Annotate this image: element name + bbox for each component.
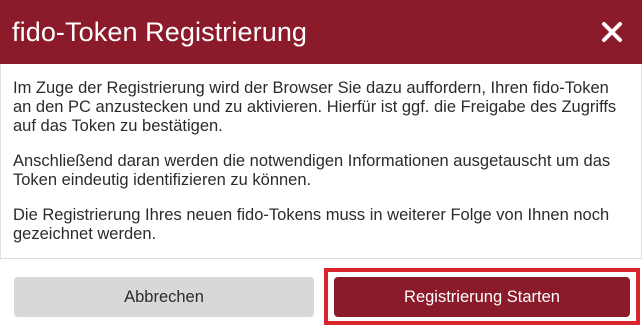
dialog-body: Im Zuge der Registrierung wird der Brows…: [0, 64, 642, 260]
info-paragraph-1: Im Zuge der Registrierung wird der Brows…: [13, 79, 617, 135]
cancel-button[interactable]: Abbrechen: [14, 277, 314, 317]
dialog-footer: Abbrechen Registrierung Starten: [0, 259, 642, 325]
dialog-header: fido-Token Registrierung: [0, 0, 642, 64]
registration-dialog: fido-Token Registrierung Im Zuge der Reg…: [0, 0, 642, 325]
close-button[interactable]: [594, 14, 630, 50]
close-icon: [602, 22, 622, 42]
start-registration-button[interactable]: Registrierung Starten: [334, 277, 630, 317]
info-paragraph-2: Anschließend daran werden die notwendige…: [13, 152, 611, 189]
info-paragraph-3: Die Registrierung Ihres neuen fido-Token…: [13, 206, 610, 243]
dialog-title: fido-Token Registrierung: [12, 16, 308, 47]
